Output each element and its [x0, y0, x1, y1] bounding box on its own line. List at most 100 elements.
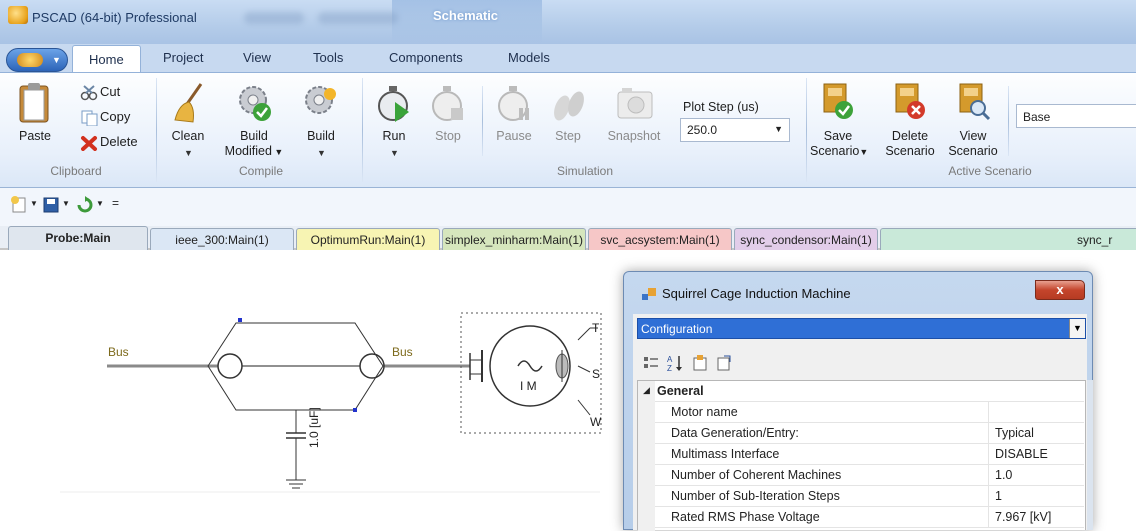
application-menu-button[interactable]: ▼ — [6, 48, 68, 72]
tab-models[interactable]: Models — [508, 50, 550, 65]
separator — [482, 86, 483, 156]
tab-home[interactable]: Home — [72, 45, 141, 73]
tab-tools[interactable]: Tools — [313, 50, 343, 65]
row-value[interactable]: 1.0 — [995, 468, 1012, 482]
table-row[interactable]: Multimass Interface DISABLE — [655, 444, 1084, 465]
tab-view[interactable]: View — [243, 50, 271, 65]
delete-x-icon — [81, 135, 97, 151]
chevron-down-icon[interactable]: ▼ — [62, 199, 70, 208]
row-value[interactable]: 7.967 [kV] — [995, 510, 1051, 524]
export-page-icon[interactable] — [715, 354, 733, 372]
schematic-drawing[interactable]: Bus Bus I M T S W 1.0 [uF] — [0, 250, 623, 530]
row-key: Data Generation/Entry: — [671, 426, 799, 440]
category-general: General — [657, 384, 704, 398]
cut-button[interactable]: Cut — [80, 84, 120, 101]
build-modified-label-2: Modified — [224, 144, 272, 158]
tab-project[interactable]: Project — [163, 50, 203, 65]
category-select[interactable]: Configuration ▼ — [637, 318, 1086, 339]
plot-step-label: Plot Step (us) — [683, 100, 759, 114]
categorized-view-icon[interactable] — [643, 355, 659, 371]
separator — [1008, 86, 1009, 156]
delete-button[interactable]: Delete — [80, 134, 138, 151]
broom-icon — [174, 83, 203, 123]
scissors-icon — [80, 84, 98, 100]
row-key: Rated RMS Phase Voltage — [671, 510, 820, 524]
document-title: Schematic — [433, 8, 499, 23]
build-label: Build — [307, 129, 335, 143]
build-modified-button[interactable]: Build Modified ▼ — [222, 82, 286, 160]
refresh-icon[interactable] — [76, 196, 94, 214]
chevron-down-icon: ▼ — [271, 147, 284, 157]
row-value[interactable]: 1 — [995, 489, 1002, 503]
gear-star-icon — [305, 86, 336, 114]
chevron-down-icon[interactable]: ▼ — [96, 199, 104, 208]
torque-terminal-label: T — [592, 321, 600, 335]
save-icon[interactable] — [42, 196, 60, 214]
compile-group-label: Compile — [238, 164, 283, 178]
close-button[interactable]: x — [1035, 280, 1085, 300]
delete-scenario-label-1: Delete — [891, 129, 929, 143]
paste-button[interactable]: Paste — [14, 82, 56, 162]
capacitor-label: 1.0 [uF] — [307, 407, 321, 448]
customize-toolbar-icon[interactable]: = — [112, 196, 119, 210]
snapshot-button[interactable]: Snapshot — [596, 82, 672, 160]
app-title: PSCAD (64-bit) Professional — [32, 10, 197, 25]
w-terminal-label: W — [590, 415, 602, 429]
clean-button[interactable]: Clean ▼ — [166, 82, 210, 160]
property-toolbar: AZ — [637, 348, 1086, 376]
table-row[interactable]: Data Generation/Entry: Typical — [655, 423, 1084, 444]
run-button[interactable]: Run ▼ — [372, 82, 416, 160]
bus-label-1: Bus — [108, 345, 129, 359]
scenario-select[interactable]: Base — [1016, 104, 1136, 128]
step-button[interactable]: Step — [548, 82, 588, 160]
column-divider — [988, 507, 989, 528]
chevron-down-icon: ▼ — [1069, 319, 1085, 338]
chevron-down-icon: ▼ — [774, 124, 783, 134]
table-row[interactable]: Number of Coherent Machines 1.0 — [655, 465, 1084, 486]
chevron-down-icon: ▼ — [52, 55, 61, 65]
sort-alphabetical-icon[interactable]: AZ — [667, 354, 685, 372]
table-row[interactable]: Number of Sub-Iteration Steps 1 — [655, 486, 1084, 507]
properties-page-icon[interactable] — [691, 354, 709, 372]
tab-probe-main[interactable]: Probe:Main — [8, 226, 148, 250]
chevron-down-icon: ▼ — [317, 148, 326, 158]
pause-button[interactable]: Pause — [492, 82, 536, 160]
table-row[interactable]: Rated RMS Phase Voltage 7.967 [kV] — [655, 507, 1084, 528]
view-scenario-button[interactable]: View Scenario — [944, 82, 1002, 162]
row-key: Multimass Interface — [671, 447, 780, 461]
chevron-down-icon: ▼ — [390, 148, 399, 158]
chevron-down-icon[interactable]: ▼ — [30, 199, 38, 208]
tab-simplex-minharm[interactable]: simplex_minharm:Main(1) — [442, 228, 586, 250]
new-file-icon[interactable] — [10, 196, 28, 214]
copy-button[interactable]: Copy — [80, 109, 130, 127]
gear-check-icon — [239, 86, 271, 121]
grid-gutter — [638, 381, 655, 531]
collapse-triangle-icon[interactable]: ◢ — [643, 385, 650, 396]
table-row[interactable]: Motor name — [655, 402, 1084, 423]
tab-svc-acsystem[interactable]: svc_acsystem:Main(1) — [588, 228, 732, 250]
row-key: Motor name — [671, 405, 738, 419]
chevron-down-icon: ▼ — [184, 148, 193, 158]
tab-ieee-300[interactable]: ieee_300:Main(1) — [150, 228, 294, 250]
tab-sync-r[interactable]: sync_r — [880, 228, 1136, 250]
stop-label: Stop — [435, 129, 461, 143]
stopwatch-pause-icon — [498, 86, 529, 121]
view-scenario-label-2: Scenario — [948, 144, 998, 158]
save-scenario-line2: Scenario▼ — [810, 144, 874, 160]
row-value[interactable]: DISABLE — [995, 447, 1048, 461]
grid-scrollbar[interactable] — [1087, 380, 1093, 530]
row-value[interactable]: Typical — [995, 426, 1034, 440]
save-scenario-button[interactable]: Save Scenario▼ — [810, 82, 868, 162]
step-label: Step — [555, 129, 581, 143]
delete-scenario-button[interactable]: Delete Scenario — [880, 82, 940, 162]
category-row[interactable]: ◢ General — [643, 381, 1084, 402]
tab-components[interactable]: Components — [389, 50, 463, 65]
stop-button[interactable]: Stop — [426, 82, 470, 160]
build-button[interactable]: Build ▼ — [296, 82, 346, 160]
title-bar: PSCAD (64-bit) Professional Schematic — [0, 0, 1136, 44]
paste-label: Paste — [19, 129, 51, 143]
plot-step-select[interactable]: 250.0 ▼ — [680, 118, 790, 142]
tab-optimumrun[interactable]: OptimumRun:Main(1) — [296, 228, 440, 250]
group-separator — [156, 78, 157, 182]
tab-sync-condensor[interactable]: sync_condensor:Main(1) — [734, 228, 878, 250]
